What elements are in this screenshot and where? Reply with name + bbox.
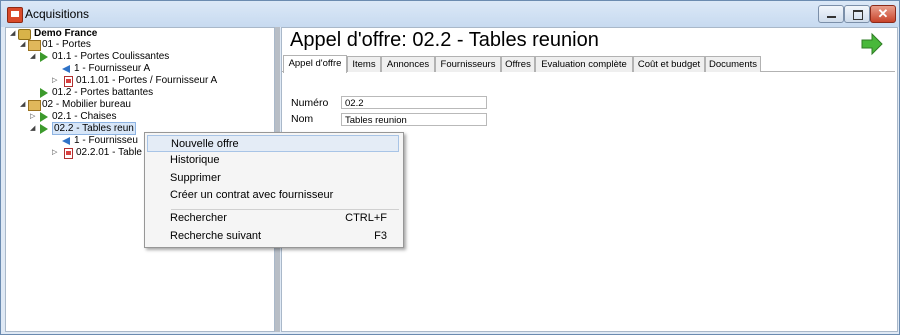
expand-icon[interactable]: ▷ bbox=[52, 77, 59, 84]
document-icon bbox=[64, 76, 73, 87]
tab-evaluation-complete[interactable]: Evaluation complète bbox=[535, 56, 633, 72]
tab-offres[interactable]: Offres bbox=[501, 56, 535, 72]
expand-icon[interactable]: ◢ bbox=[20, 101, 27, 108]
menu-item-label: Rechercher bbox=[170, 212, 227, 224]
page-title: Appel d'offre: 02.2 - Tables reunion bbox=[290, 29, 599, 51]
menu-item-label: Recherche suivant bbox=[170, 230, 262, 242]
tree-node-label: 01.1 - Portes Coulissantes bbox=[52, 51, 170, 62]
blue-arrow-icon bbox=[62, 137, 70, 145]
menu-item-nouvelle-offre[interactable]: Nouvelle offre bbox=[147, 135, 399, 152]
maximize-icon bbox=[853, 10, 863, 20]
menu-item-supprimer[interactable]: Supprimer bbox=[147, 170, 399, 187]
folder-icon bbox=[28, 100, 41, 111]
title-bar[interactable]: Acquisitions ✕ bbox=[1, 1, 899, 27]
tree-node-label: 01.1.01 - Portes / Fournisseur A bbox=[76, 75, 218, 86]
close-button[interactable]: ✕ bbox=[870, 5, 896, 23]
green-arrow-icon bbox=[40, 112, 48, 122]
expand-icon[interactable]: ▷ bbox=[30, 113, 37, 120]
expand-icon[interactable]: ◢ bbox=[10, 30, 17, 37]
menu-item-shortcut: F3 bbox=[374, 230, 387, 242]
blue-arrow-icon bbox=[62, 65, 70, 73]
window-title: Acquisitions bbox=[25, 7, 90, 21]
tab-cout-et-budget[interactable]: Coût et budget bbox=[633, 56, 705, 72]
menu-item-label: Supprimer bbox=[170, 172, 221, 184]
menu-item-creer-contrat[interactable]: Créer un contrat avec fournisseur bbox=[147, 187, 399, 204]
tree-node-label: 1 - Fournisseur A bbox=[74, 63, 151, 74]
tab-items[interactable]: Items bbox=[347, 56, 381, 72]
green-arrow-icon bbox=[40, 88, 48, 98]
nom-field[interactable]: Tables reunion bbox=[341, 113, 487, 126]
tree-node-label: 01.2 - Portes battantes bbox=[52, 87, 154, 98]
green-arrow-icon bbox=[40, 52, 48, 62]
expand-icon[interactable]: ◢ bbox=[20, 41, 27, 48]
menu-item-shortcut: CTRL+F bbox=[345, 212, 387, 224]
tree-node-label: 02 - Mobilier bureau bbox=[42, 99, 131, 110]
close-icon: ✕ bbox=[877, 6, 889, 21]
tab-appel-doffre[interactable]: Appel d'offre bbox=[283, 55, 347, 73]
next-arrow-icon[interactable] bbox=[860, 32, 884, 56]
folder-icon bbox=[28, 40, 41, 51]
tree-node-label: 1 - Fournisseu bbox=[74, 135, 138, 146]
expand-icon[interactable]: ◢ bbox=[30, 53, 37, 60]
database-icon bbox=[18, 29, 31, 40]
numero-field[interactable]: 02.2 bbox=[341, 96, 487, 109]
menu-item-historique[interactable]: Historique bbox=[147, 152, 399, 169]
tab-documents[interactable]: Documents bbox=[705, 56, 761, 72]
expand-icon[interactable]: ▷ bbox=[52, 149, 59, 156]
tab-annonces[interactable]: Annonces bbox=[381, 56, 435, 72]
menu-item-label: Créer un contrat avec fournisseur bbox=[170, 189, 334, 201]
tab-fournisseurs[interactable]: Fournisseurs bbox=[435, 56, 501, 72]
menu-item-recherche-suivant[interactable]: Recherche suivant F3 bbox=[147, 228, 399, 245]
maximize-button[interactable] bbox=[844, 5, 870, 23]
numero-label: Numéro bbox=[291, 97, 329, 109]
tree-node-label: 02.2.01 - Table bbox=[76, 147, 142, 158]
menu-item-label: Historique bbox=[170, 154, 220, 166]
app-icon[interactable] bbox=[7, 7, 23, 23]
menu-item-rechercher[interactable]: Rechercher CTRL+F bbox=[147, 210, 399, 227]
minimize-icon bbox=[827, 16, 836, 18]
minimize-button[interactable] bbox=[818, 5, 844, 23]
expand-icon[interactable]: ◢ bbox=[30, 125, 37, 132]
tree-node-label: 01 - Portes bbox=[42, 39, 91, 50]
context-menu: Nouvelle offre Historique Supprimer Crée… bbox=[144, 132, 404, 248]
green-arrow-icon bbox=[40, 124, 48, 134]
menu-item-label: Nouvelle offre bbox=[171, 138, 239, 150]
document-icon bbox=[64, 148, 73, 159]
application-window: Acquisitions ✕ ◢ Demo France ◢ 01 - Port… bbox=[0, 0, 900, 335]
nom-label: Nom bbox=[291, 113, 314, 125]
tree-node-label-selected: 02.2 - Tables reun bbox=[52, 122, 136, 135]
